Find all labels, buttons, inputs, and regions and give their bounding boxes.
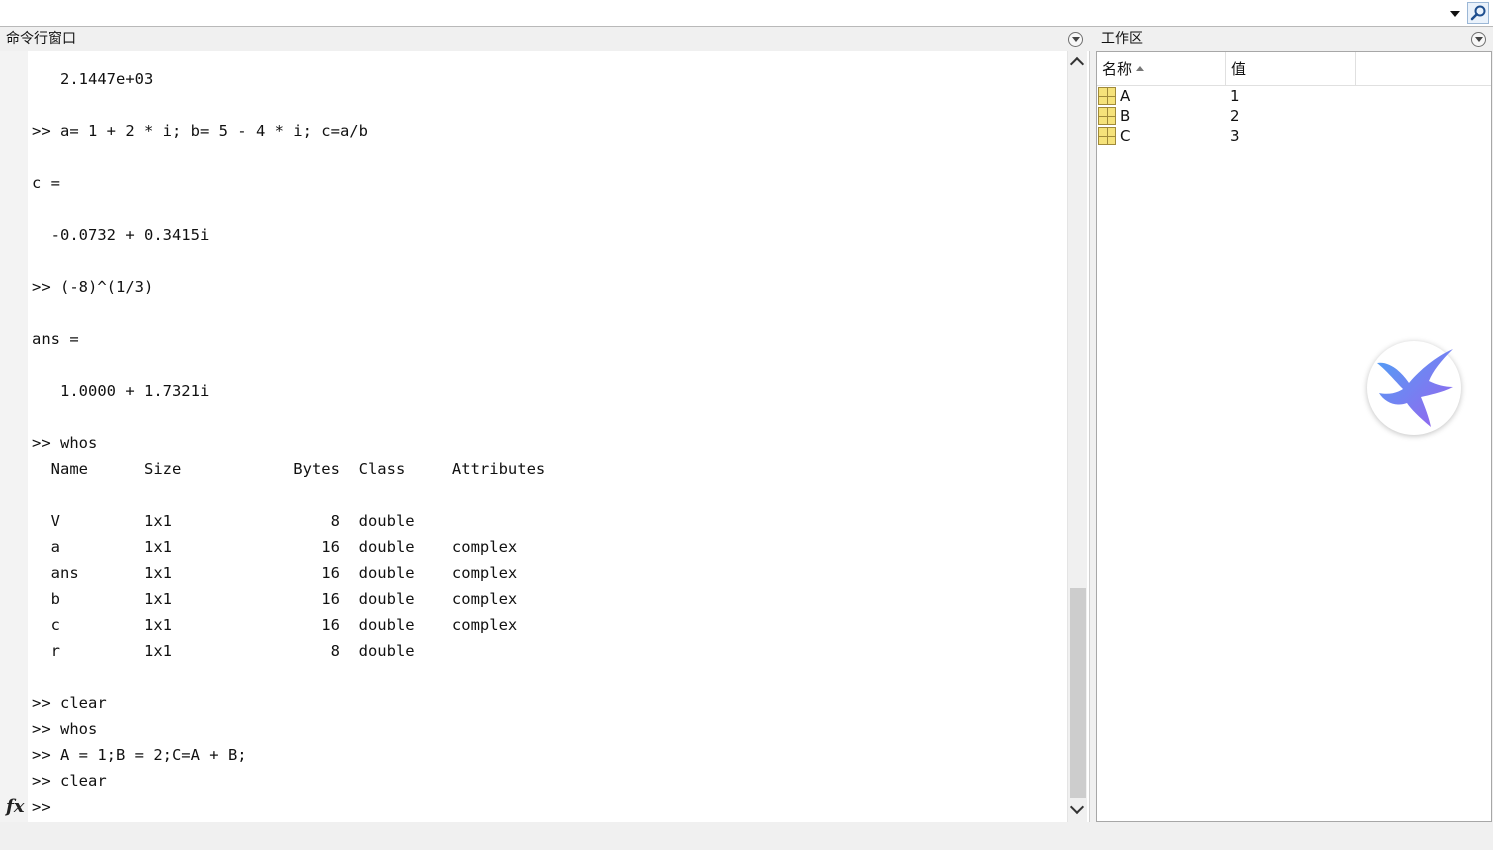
scroll-thumb[interactable]: [1070, 588, 1086, 798]
output-line: >> clear: [32, 694, 107, 712]
variable-value: 2: [1230, 107, 1240, 125]
search-icon: [1470, 5, 1486, 21]
output-line: c =: [32, 174, 60, 192]
matrix-grid-icon: [1098, 107, 1116, 125]
matrix-grid-icon: [1098, 127, 1116, 145]
output-line: 1.0000 + 1.7321i: [32, 382, 210, 400]
output-line: >> a= 1 + 2 * i; b= 5 - 4 * i; c=a/b: [32, 122, 368, 140]
output-line: >> clear: [32, 772, 107, 790]
sort-ascending-icon: [1136, 66, 1145, 71]
scroll-up-icon[interactable]: [1069, 56, 1085, 72]
address-dropdown-icon[interactable]: [1446, 4, 1464, 22]
output-line: V 1x1 8 double: [32, 512, 415, 530]
output-line: r 1x1 8 double: [32, 642, 415, 660]
column-header-value[interactable]: 值: [1226, 52, 1356, 86]
workspace-header: 工作区: [1095, 27, 1493, 51]
column-header-name[interactable]: 名称: [1097, 52, 1226, 86]
command-window[interactable]: 2.1447e+03 >> a= 1 + 2 * i; b= 5 - 4 * i…: [0, 51, 1090, 822]
command-output[interactable]: 2.1447e+03 >> a= 1 + 2 * i; b= 5 - 4 * i…: [32, 51, 1062, 822]
workspace-title: 工作区: [1101, 31, 1143, 47]
output-line: ans 1x1 16 double complex: [32, 564, 518, 582]
scroll-down-icon[interactable]: [1069, 799, 1085, 815]
variable-name: B: [1120, 107, 1131, 125]
workspace-menu-icon[interactable]: [1471, 32, 1486, 47]
output-line: b 1x1 16 double complex: [32, 590, 518, 608]
matlab-desktop: 命令行窗口 工作区 2.1447e+03 >> a= 1 + 2 * i; b=…: [0, 0, 1493, 850]
command-window-header: 命令行窗口: [0, 27, 1090, 51]
column-value-label: 值: [1231, 60, 1247, 78]
search-button[interactable]: [1467, 2, 1489, 24]
column-name-label: 名称: [1102, 60, 1133, 78]
output-line: >> whos: [32, 720, 98, 738]
output-line: c 1x1 16 double complex: [32, 616, 518, 634]
address-bar[interactable]: [0, 0, 1493, 27]
variable-name: A: [1120, 87, 1131, 105]
command-prompt[interactable]: >>: [32, 794, 51, 820]
matrix-grid-icon: [1098, 87, 1116, 105]
function-browser-icon[interactable]: fx: [6, 796, 24, 817]
command-gutter: [0, 51, 28, 822]
command-window-menu-icon[interactable]: [1068, 32, 1083, 47]
command-window-title: 命令行窗口: [6, 31, 76, 47]
workspace-row-b[interactable]: B 2: [1097, 106, 1491, 126]
workspace-column-headers: 名称 值: [1097, 52, 1491, 86]
hummingbird-logo-icon: [1377, 349, 1453, 427]
output-line: a 1x1 16 double complex: [32, 538, 518, 556]
output-line: 2.1447e+03: [32, 70, 154, 88]
output-line: Name Size Bytes Class Attributes: [32, 460, 546, 478]
workspace-panel[interactable]: 名称 值 A 1 B 2 C 3: [1096, 51, 1492, 822]
variable-value: 3: [1230, 127, 1240, 145]
output-line: -0.0732 + 0.3415i: [32, 226, 210, 244]
variable-value: 1: [1230, 87, 1240, 105]
output-line: >> whos: [32, 434, 98, 452]
command-window-scrollbar[interactable]: [1067, 51, 1087, 822]
workspace-row-c[interactable]: C 3: [1097, 126, 1491, 146]
variable-name: C: [1120, 127, 1131, 145]
status-bar: [0, 822, 1493, 850]
output-line: >> A = 1;B = 2;C=A + B;: [32, 746, 247, 764]
workspace-row-a[interactable]: A 1: [1097, 86, 1491, 106]
floating-app-logo[interactable]: [1367, 341, 1461, 435]
output-line: >> (-8)^(1/3): [32, 278, 154, 296]
output-line: ans =: [32, 330, 79, 348]
